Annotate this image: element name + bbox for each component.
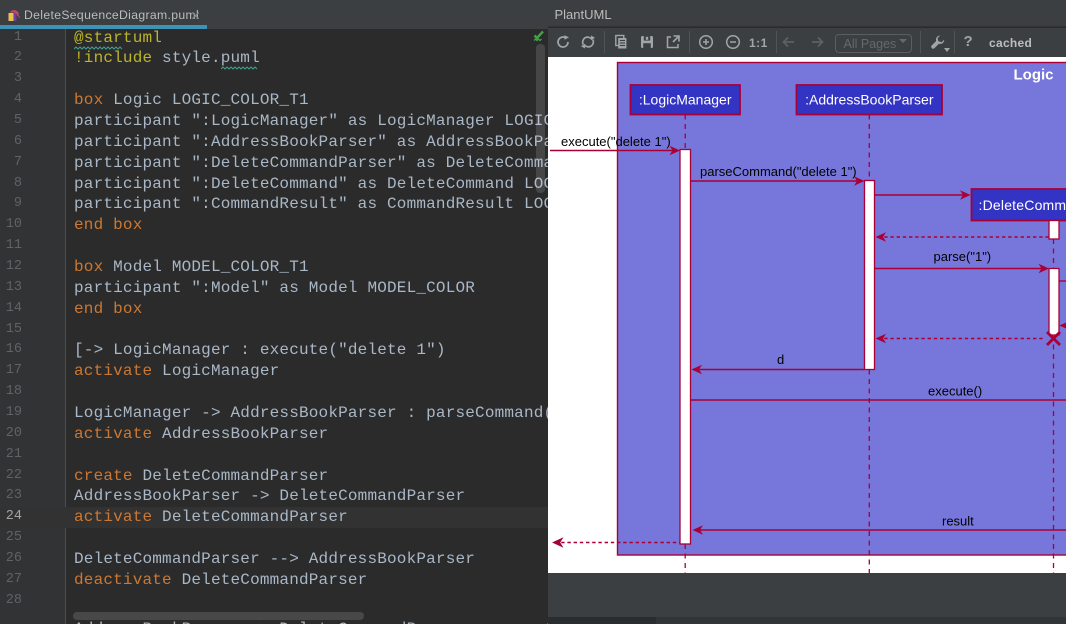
svg-text::LogicManager: :LogicManager [639, 92, 732, 108]
svg-text:parseCommand("delete 1"): parseCommand("delete 1") [700, 164, 857, 179]
svg-text:execute("delete 1"): execute("delete 1") [561, 134, 671, 149]
svg-text:execute(): execute() [928, 384, 982, 399]
svg-text:d: d [777, 352, 784, 367]
svg-text:result: result [942, 514, 974, 529]
svg-text:Logic: Logic [1014, 67, 1054, 84]
svg-text::DeleteCommandParser: :DeleteCommandParser [979, 197, 1066, 213]
svg-text::AddressBookParser: :AddressBookParser [805, 92, 934, 108]
svg-text:parse("1"): parse("1") [934, 249, 992, 264]
